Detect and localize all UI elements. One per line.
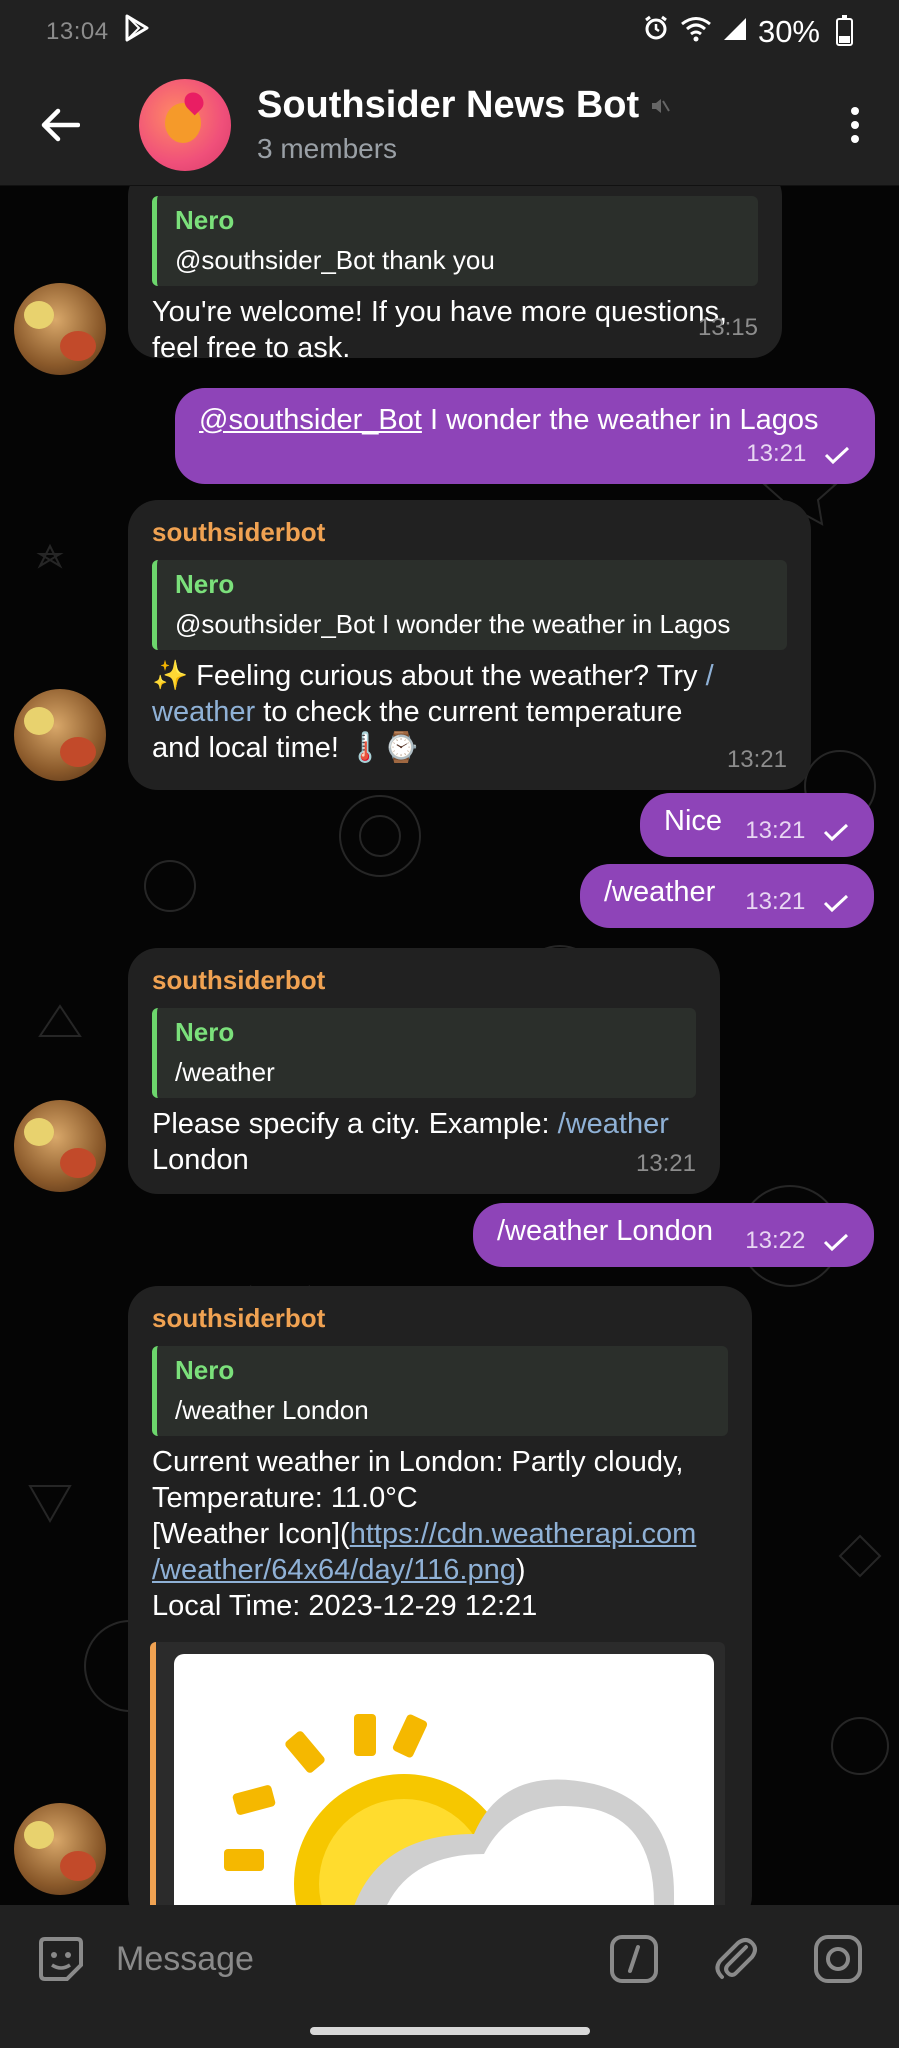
message-time: 13:21	[726, 746, 787, 773]
muted-icon	[649, 84, 671, 127]
status-bar: 13:04 30%	[0, 0, 899, 64]
sender-name[interactable]: southsiderbot	[152, 962, 696, 998]
message-text: You're welcome! If you have more questio…	[152, 296, 728, 364]
reply-quote[interactable]: Nero /weather	[152, 1008, 696, 1098]
reply-quote[interactable]: Nero @southsider_Bot thank you	[152, 196, 758, 286]
message-bubble[interactable]: @southsider_Bot I wonder the weather in …	[175, 388, 875, 484]
emoji-sticker-icon[interactable]	[32, 1930, 90, 1988]
chat-title: Southsider News Bot	[257, 84, 671, 127]
sent-check-icon	[823, 823, 849, 841]
message-text: /weather London	[497, 1215, 714, 1247]
message-time-row: 13:21	[745, 813, 850, 849]
message-text: @southsider_Bot I wonder the weather in …	[199, 404, 819, 436]
play-store-icon	[123, 13, 151, 51]
message-time: 13:15	[697, 314, 758, 341]
sent-check-icon	[823, 1233, 849, 1251]
message-composer: Message	[0, 1905, 899, 2013]
message-time-row: 13:21	[745, 884, 850, 920]
member-count: 3 members	[257, 133, 398, 164]
bot-avatar[interactable]	[14, 283, 106, 375]
bot-avatar[interactable]	[14, 1803, 106, 1895]
bot-avatar[interactable]	[14, 689, 106, 781]
reply-quote[interactable]: Nero /weather London	[152, 1346, 728, 1436]
link-preview[interactable]	[150, 1642, 725, 1905]
chat-area[interactable]: Nero @southsider_Bot thank you You're we…	[0, 186, 899, 1905]
message-text: /weather	[604, 876, 716, 908]
command-link[interactable]: /weather	[558, 1108, 669, 1140]
message-text: Current weather in London: Partly cloudy…	[152, 1446, 697, 1622]
message-bubble[interactable]: /weather London 13:22	[473, 1203, 874, 1267]
battery-icon	[836, 15, 853, 46]
message-text: Please specify a city. Example: /weather…	[152, 1108, 669, 1176]
message-bubble[interactable]: Nero @southsider_Bot thank you You're we…	[128, 186, 782, 364]
message-bubble[interactable]: southsiderbot Nero @southsider_Bot I won…	[128, 500, 811, 790]
message-time-row: 13:21	[746, 436, 851, 472]
command-link[interactable]: weather	[152, 696, 255, 728]
mention-link[interactable]: @southsider_Bot	[199, 404, 422, 436]
bot-commands-icon[interactable]	[605, 1930, 663, 1988]
reply-quote[interactable]: Nero @southsider_Bot I wonder the weathe…	[152, 560, 787, 650]
more-options-icon[interactable]	[849, 106, 861, 143]
message-bubble[interactable]: southsiderbot Nero /weather London Curre…	[128, 1286, 752, 1905]
weather-icon-link[interactable]: https://cdn.weatherapi.com	[350, 1518, 697, 1550]
message-input[interactable]: Message	[116, 1940, 605, 1979]
group-avatar[interactable]	[139, 78, 231, 171]
message-bubble[interactable]: southsiderbot Nero /weather Please speci…	[128, 948, 720, 1194]
sent-check-icon	[824, 446, 850, 464]
message-text: Nice	[664, 805, 723, 837]
sender-name[interactable]: southsiderbot	[152, 1300, 728, 1336]
message-bubble[interactable]: Nice 13:21	[640, 793, 874, 857]
chat-header: Southsider News Bot 3 members	[0, 64, 899, 186]
status-time: 13:04	[46, 18, 109, 45]
battery-percent: 30%	[757, 14, 820, 49]
alarm-icon	[642, 14, 670, 50]
status-icons: 30%	[642, 14, 853, 50]
message-time-row: 13:22	[745, 1223, 850, 1259]
message-bubble[interactable]: /weather 13:21	[580, 864, 874, 928]
partly-cloudy-icon[interactable]	[174, 1654, 714, 1905]
bot-avatar[interactable]	[14, 1100, 106, 1192]
message-text: ✨ Feeling curious about the weather? Try…	[152, 660, 714, 764]
chat-title-block[interactable]: Southsider News Bot 3 members	[257, 84, 671, 165]
home-gesture-pill[interactable]	[310, 2027, 590, 2035]
sent-check-icon	[823, 894, 849, 912]
back-arrow-icon[interactable]	[30, 95, 90, 155]
camera-icon[interactable]	[809, 1930, 867, 1988]
wifi-icon	[680, 14, 712, 50]
attach-icon[interactable]	[707, 1930, 765, 1988]
message-time: 13:21	[635, 1150, 696, 1177]
system-nav-bar	[0, 2013, 899, 2048]
signal-icon	[722, 14, 748, 50]
weather-icon-link[interactable]: /weather/64x64/day/116.png	[152, 1554, 516, 1586]
command-link[interactable]: /	[706, 660, 714, 692]
sender-name[interactable]: southsiderbot	[152, 514, 787, 550]
